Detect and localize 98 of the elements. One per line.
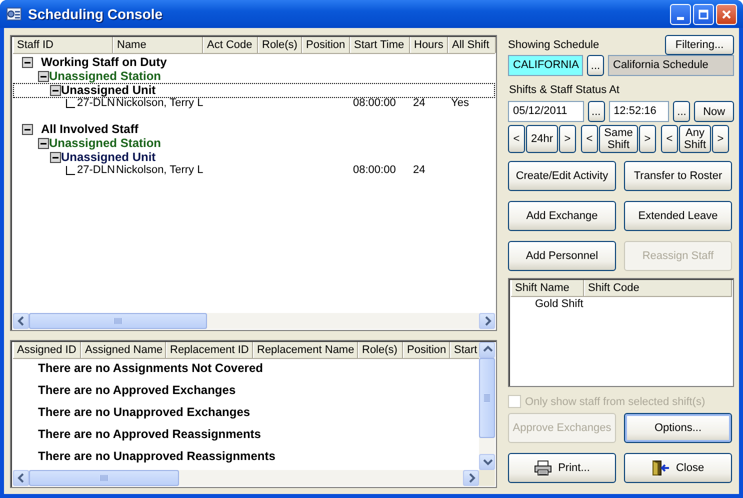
tree-toggle-icon[interactable]	[22, 124, 33, 135]
column-header[interactable]: Hours	[410, 37, 448, 53]
close-button[interactable]: Close	[624, 453, 732, 483]
action-button[interactable]: Options...	[624, 413, 732, 443]
previous-button[interactable]: <	[508, 125, 525, 153]
tree-toggle-icon[interactable]	[22, 57, 33, 68]
table-cell: Nickolson, Terry L	[116, 97, 204, 110]
step-mode-button[interactable]: Any Shift	[679, 125, 711, 153]
column-header[interactable]: Replacement Name	[253, 342, 358, 358]
status-message: There are no Unapproved Exchanges	[38, 405, 252, 421]
scrollbar-thumb[interactable]	[479, 358, 495, 438]
table-cell: 27-DLN	[77, 97, 115, 110]
scroll-down-button[interactable]	[479, 454, 495, 470]
section-label: Shifts & Staff Status At	[509, 84, 620, 96]
time-picker-button[interactable]: ...	[673, 101, 690, 122]
scroll-right-button[interactable]	[479, 313, 495, 329]
tree-connector	[65, 98, 75, 108]
column-header[interactable]: Replacement ID	[166, 342, 253, 358]
tree-node-label[interactable]: Unassigned Station	[49, 137, 162, 150]
time-field[interactable]: 12:52:16	[608, 101, 670, 122]
column-header[interactable]: Start Time	[350, 37, 410, 53]
maximize-button[interactable]	[693, 4, 714, 24]
door-arrow-icon	[652, 460, 670, 476]
scrollbar-thumb[interactable]	[29, 470, 179, 486]
status-message: There are no Unapproved Reassignments	[38, 449, 276, 465]
step-mode-button[interactable]: Same Shift	[599, 125, 638, 153]
status-message: There are no Approved Reassignments	[38, 427, 262, 443]
table-cell: Nickolson, Terry L	[116, 164, 204, 177]
column-header[interactable]: Role(s)	[258, 37, 302, 53]
scroll-up-button[interactable]	[479, 342, 495, 358]
action-button[interactable]: Add Personnel	[508, 241, 616, 271]
table-cell: Yes	[451, 97, 469, 110]
now-button[interactable]: Now	[694, 101, 734, 122]
table-cell: 24	[413, 164, 426, 177]
tree-toggle-icon[interactable]	[50, 85, 61, 96]
action-button[interactable]: Create/Edit Activity	[508, 161, 616, 191]
close-button[interactable]	[716, 4, 737, 24]
tree-toggle-icon[interactable]	[50, 152, 61, 163]
column-header[interactable]: Name	[113, 37, 203, 53]
column-header[interactable]: Act Code	[203, 37, 258, 53]
column-header[interactable]: Assigned Name	[81, 342, 166, 358]
action-button[interactable]: Add Exchange	[508, 201, 616, 231]
tree-node-label[interactable]: Working Staff on Duty	[41, 56, 167, 69]
date-field[interactable]: 05/12/2011	[508, 101, 584, 122]
list-item[interactable]: Gold Shift	[535, 298, 584, 310]
app-icon	[6, 6, 22, 22]
scrollbar-corner	[479, 470, 495, 486]
column-header[interactable]: Assigned ID	[13, 342, 81, 358]
tree-node-label[interactable]: Unassigned Unit	[61, 84, 156, 97]
minimize-button[interactable]	[670, 4, 691, 24]
minimize-icon	[677, 16, 684, 20]
column-header[interactable]: Staff ID	[13, 37, 113, 53]
horizontal-scrollbar[interactable]	[13, 470, 479, 486]
printer-icon	[534, 460, 552, 476]
checkbox-label: Only show staff from selected shift(s)	[525, 396, 706, 408]
table-cell: 27-DLN	[77, 164, 115, 177]
tree-toggle-icon[interactable]	[38, 71, 49, 82]
column-header[interactable]: Shift Name	[511, 280, 584, 296]
maximize-icon	[697, 8, 710, 20]
scroll-left-button[interactable]	[13, 470, 29, 486]
step-mode-button[interactable]: 24hr	[526, 125, 558, 153]
scroll-left-button[interactable]	[13, 313, 29, 329]
print-button[interactable]: Print...	[508, 453, 616, 483]
previous-button[interactable]: <	[661, 125, 678, 153]
column-header[interactable]: Shift Code	[584, 280, 732, 296]
tree-toggle-icon[interactable]	[38, 138, 49, 149]
close-icon	[720, 8, 733, 20]
tree-connector	[65, 166, 75, 176]
column-header[interactable]: All Shift	[448, 37, 496, 53]
action-button[interactable]: Extended Leave	[624, 201, 732, 231]
next-button[interactable]: >	[712, 125, 729, 153]
table-cell: 08:00:00	[353, 164, 396, 177]
table-cell: 08:00:00	[353, 97, 396, 110]
focused-tree-row[interactable]: Unassigned Unit	[13, 83, 495, 98]
table-cell: 24	[413, 97, 426, 110]
browse-button[interactable]: ...	[587, 55, 604, 76]
vertical-scrollbar[interactable]	[479, 342, 495, 470]
tree-node-label[interactable]: Unassigned Unit	[61, 151, 156, 164]
next-button[interactable]: >	[639, 125, 656, 153]
action-button[interactable]: Transfer to Roster	[624, 161, 732, 191]
status-message: There are no Assignments Not Covered	[38, 361, 264, 377]
next-button[interactable]: >	[559, 125, 576, 153]
scrollbar-thumb[interactable]	[29, 313, 207, 329]
filter-button[interactable]: Filtering...	[665, 35, 734, 55]
tree-node-label[interactable]: Unassigned Station	[49, 70, 162, 83]
window-title: Scheduling Console	[28, 6, 164, 22]
schedule-name-field: California Schedule	[608, 55, 734, 76]
tree-node-label[interactable]: All Involved Staff	[41, 123, 138, 136]
previous-button[interactable]: <	[581, 125, 598, 153]
status-message: There are no Approved Exchanges	[38, 383, 237, 399]
schedule-code-field[interactable]: CALIFORNIA	[508, 55, 583, 76]
column-header[interactable]: Position	[403, 342, 450, 358]
scroll-right-button[interactable]	[463, 470, 479, 486]
column-header[interactable]: Position	[302, 37, 350, 53]
date-picker-button[interactable]: ...	[588, 101, 605, 122]
section-label: Showing Schedule	[508, 39, 600, 51]
horizontal-scrollbar[interactable]	[13, 313, 495, 329]
column-header[interactable]: Role(s)	[358, 342, 403, 358]
